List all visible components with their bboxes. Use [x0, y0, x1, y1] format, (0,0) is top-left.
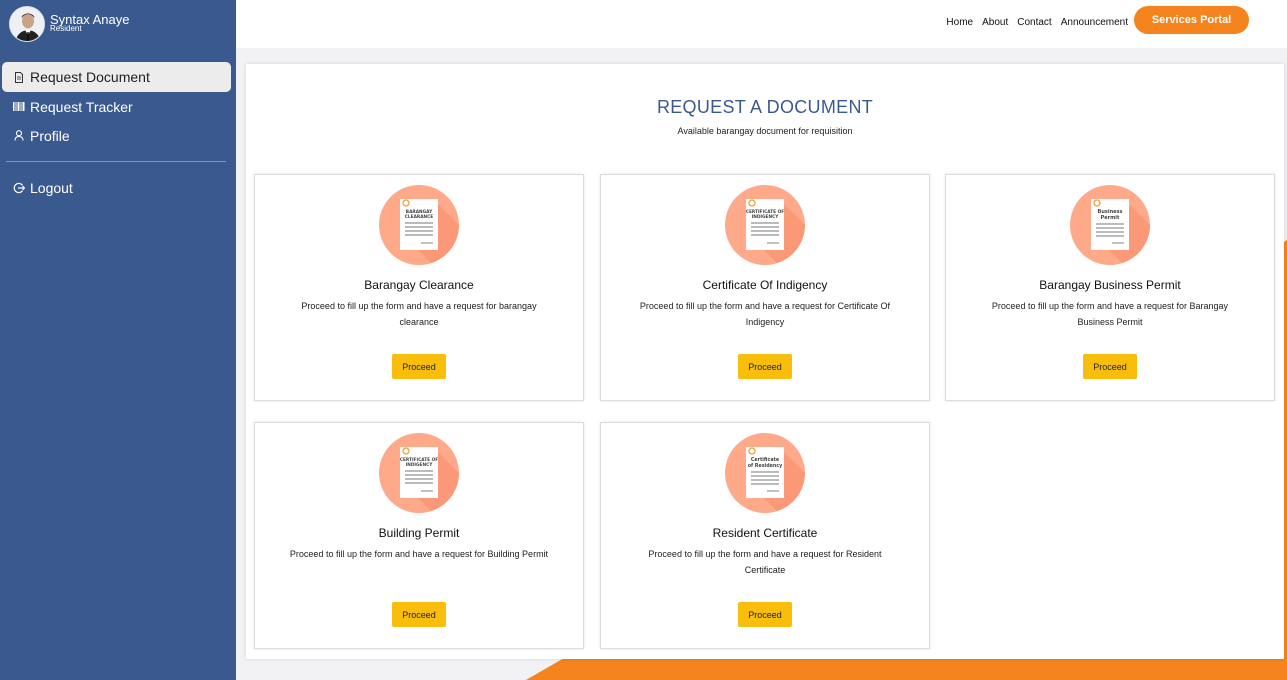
document-card-certificate-of-indigency: CERTIFICATE OF INDIGENCY Certificate Of …: [600, 174, 930, 401]
nav-link-home[interactable]: Home: [946, 17, 973, 28]
sidebar-nav: Request Document Request Tracker Profile: [2, 62, 231, 150]
sidebar-item-request-document[interactable]: Request Document: [2, 62, 231, 92]
proceed-button[interactable]: Proceed: [392, 354, 446, 379]
document-emblem-icon: BARANGAY CLEARANCE: [379, 185, 459, 265]
page-title: REQUEST A DOCUMENT: [656, 97, 874, 117]
proceed-button[interactable]: Proceed: [1083, 354, 1137, 379]
emblem-text: INDIGENCY: [406, 462, 434, 468]
sidebar-item-label: Request Document: [30, 69, 150, 85]
card-description: Proceed to fill up the form and have a r…: [639, 301, 891, 327]
document-emblem-icon: Business Permit: [1070, 185, 1150, 265]
document-emblem-icon: CERTIFICATE OF INDIGENCY: [725, 185, 805, 265]
document-card-business-permit: Business Permit Barangay Business Permit…: [945, 174, 1275, 401]
sidebar-item-profile[interactable]: Profile: [2, 121, 231, 150]
document-card-resident-certificate: Certificate of Residency Resident Certif…: [600, 422, 930, 649]
card-description: Proceed to fill up the form and have a r…: [301, 301, 537, 327]
sidebar: Syntax Anaye Resident Request Document R…: [0, 0, 236, 680]
document-emblem-icon: CERTIFICATE OF INDIGENCY: [379, 433, 459, 513]
logout-icon: [13, 182, 25, 194]
avatar: [9, 6, 45, 42]
nav-link-announcement[interactable]: Announcement: [1061, 17, 1128, 28]
top-navbar: Home About Contact Announcement Services…: [236, 0, 1287, 48]
proceed-button[interactable]: Proceed: [392, 602, 446, 627]
emblem-text: Permit: [1101, 215, 1120, 221]
card-title: Barangay Business Permit: [1039, 278, 1181, 292]
proceed-button[interactable]: Proceed: [738, 602, 792, 627]
user-icon: [13, 130, 25, 142]
request-document-panel: REQUEST A DOCUMENT Available barangay do…: [246, 64, 1284, 659]
document-icon: [13, 71, 25, 83]
sidebar-divider: [6, 161, 226, 162]
sidebar-item-label: Logout: [30, 179, 73, 196]
nav-link-contact[interactable]: Contact: [1017, 17, 1051, 28]
proceed-button[interactable]: Proceed: [738, 354, 792, 379]
sidebar-item-request-tracker[interactable]: Request Tracker: [2, 92, 231, 121]
user-profile: Syntax Anaye Resident: [9, 6, 130, 42]
card-description: Proceed to fill up the form and have a r…: [289, 549, 549, 559]
barcode-icon: [13, 101, 25, 113]
emblem-text: Certificate: [751, 457, 780, 463]
card-title: Certificate Of Indigency: [702, 278, 828, 292]
document-emblem-icon: Certificate of Residency: [725, 433, 805, 513]
document-card-barangay-clearance: BARANGAY CLEARANCE Barangay Clearance Pr…: [254, 174, 584, 401]
sidebar-item-logout[interactable]: Logout: [2, 173, 231, 202]
services-portal-button[interactable]: Services Portal: [1134, 6, 1249, 34]
emblem-text: of Residency: [748, 463, 783, 469]
sidebar-item-label: Request Tracker: [30, 98, 133, 115]
card-title: Barangay Clearance: [364, 278, 474, 292]
emblem-text: INDIGENCY: [752, 214, 780, 220]
nav-link-about[interactable]: About: [982, 17, 1008, 28]
card-title: Resident Certificate: [712, 526, 818, 540]
emblem-text: CLEARANCE: [405, 214, 434, 220]
card-description: Proceed to fill up the form and have a r…: [991, 301, 1229, 327]
top-nav-links: Home About Contact Announcement Services…: [946, 6, 1249, 34]
sidebar-item-label: Profile: [30, 127, 70, 144]
card-title: Building Permit: [378, 526, 460, 540]
page-subtitle: Available barangay document for requisit…: [677, 126, 853, 136]
document-card-building-permit: CERTIFICATE OF INDIGENCY Building Permit…: [254, 422, 584, 649]
card-description: Proceed to fill up the form and have a r…: [648, 549, 882, 575]
